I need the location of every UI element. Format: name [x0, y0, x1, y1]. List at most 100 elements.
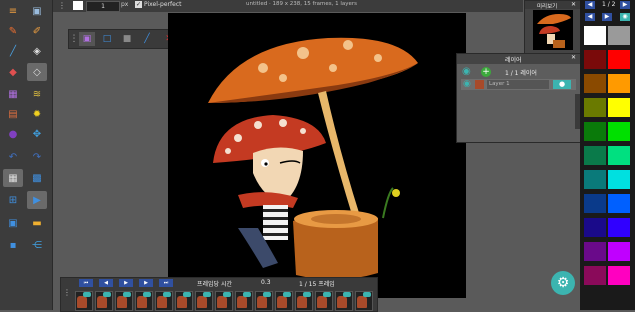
- frame-thumbnail[interactable]: [155, 291, 173, 311]
- layer-visibility-all-icon[interactable]: ◉: [462, 67, 476, 77]
- eraser-selected-icon[interactable]: ◇: [27, 63, 47, 81]
- next-frame-icon[interactable]: ▶: [139, 279, 153, 287]
- palette-swatch[interactable]: [608, 26, 630, 45]
- frame-eye-icon[interactable]: [163, 292, 171, 297]
- frame-eye-icon[interactable]: [123, 292, 131, 297]
- play-frames-icon[interactable]: ▶: [119, 279, 133, 287]
- eraser-icon[interactable]: ◈: [27, 42, 47, 60]
- palette-swatch[interactable]: [608, 170, 630, 189]
- brush-color-swatch[interactable]: [73, 1, 83, 10]
- frame-eye-icon[interactable]: [283, 292, 291, 297]
- frame-eye-icon[interactable]: [323, 292, 331, 297]
- frame-eye-icon[interactable]: [263, 292, 271, 297]
- palette-swatch[interactable]: [608, 122, 630, 141]
- palette-edit-icon[interactable]: ▶: [602, 13, 612, 21]
- frame-thumbnail[interactable]: [195, 291, 213, 311]
- folder-icon[interactable]: ▬: [27, 214, 47, 232]
- frame-thumbnail[interactable]: [115, 291, 133, 311]
- lighten-icon[interactable]: ◆: [3, 63, 23, 81]
- frame-thumbnail[interactable]: [315, 291, 333, 311]
- play-icon[interactable]: ▶: [27, 191, 47, 209]
- frame-thumbnail[interactable]: [355, 291, 373, 311]
- prev-frame-icon[interactable]: ◀: [99, 279, 113, 287]
- frame-thumbnail[interactable]: [295, 291, 313, 311]
- diagonal-icon[interactable]: ╱: [139, 32, 155, 46]
- pencil-icon[interactable]: ✎: [3, 22, 23, 40]
- frame-thumbnail[interactable]: [275, 291, 293, 311]
- frame-eye-icon[interactable]: [203, 292, 211, 297]
- frame-eye-icon[interactable]: [103, 292, 111, 297]
- circle-icon[interactable]: ●: [3, 125, 23, 143]
- palette-swatch[interactable]: [584, 218, 606, 237]
- palette-swatch[interactable]: [584, 50, 606, 69]
- frames-icon[interactable]: ⊞: [3, 191, 23, 209]
- palette-swatch[interactable]: [584, 194, 606, 213]
- palette-swatch[interactable]: [608, 242, 630, 261]
- frame-thumbnail[interactable]: [135, 291, 153, 311]
- frame-thumbnail[interactable]: [75, 291, 93, 311]
- resize-icon[interactable]: ▣: [3, 214, 23, 232]
- frame-eye-icon[interactable]: [303, 292, 311, 297]
- palette-swatch[interactable]: [584, 266, 606, 285]
- pen-icon[interactable]: ✐: [27, 22, 47, 40]
- frame-thumbnail[interactable]: [215, 291, 233, 311]
- layer-eye-icon[interactable]: ◉: [463, 79, 471, 89]
- fill-rect-icon[interactable]: ■: [119, 32, 135, 46]
- palette-swatch[interactable]: [608, 266, 630, 285]
- palette-swatch[interactable]: [608, 98, 630, 117]
- line-icon[interactable]: ╱: [3, 42, 23, 60]
- settings-gear-icon[interactable]: ⚙: [551, 271, 575, 295]
- frame-thumbnail[interactable]: [235, 291, 253, 311]
- move-icon[interactable]: ✥: [27, 125, 47, 143]
- layer-row[interactable]: ◉ Layer 1 ●: [461, 79, 576, 90]
- tiles-icon[interactable]: ▩: [27, 169, 47, 187]
- palette-swatch[interactable]: [584, 98, 606, 117]
- preview-close-icon[interactable]: ✕: [571, 1, 576, 8]
- add-layer-icon[interactable]: +: [481, 67, 491, 77]
- palette-swatch[interactable]: [584, 26, 606, 45]
- palette-swatch[interactable]: [584, 74, 606, 93]
- frame-thumbnail[interactable]: [335, 291, 353, 311]
- frame-eye-icon[interactable]: [363, 292, 371, 297]
- drawing-canvas[interactable]: [168, 13, 466, 298]
- palette-swatch[interactable]: [608, 74, 630, 93]
- grid-icon[interactable]: ▦: [3, 169, 23, 187]
- share-icon[interactable]: ⋲: [27, 236, 47, 254]
- palette-swatch[interactable]: [584, 242, 606, 261]
- dither-icon[interactable]: ▦: [3, 85, 23, 103]
- frame-eye-icon[interactable]: [183, 292, 191, 297]
- magic-icon[interactable]: ✹: [27, 105, 47, 123]
- undo-icon[interactable]: ↶: [3, 148, 23, 166]
- layer-settings-icon[interactable]: ●: [553, 80, 571, 89]
- layer-name[interactable]: Layer 1: [487, 80, 549, 89]
- menu-icon[interactable]: ≡: [3, 2, 23, 20]
- palette-swatch[interactable]: [608, 50, 630, 69]
- palette-swatch[interactable]: [608, 218, 630, 237]
- brush-size-input[interactable]: 1: [86, 1, 120, 12]
- palette-add-icon[interactable]: ◀: [585, 13, 595, 21]
- frame-thumbnail[interactable]: [255, 291, 273, 311]
- frame-eye-icon[interactable]: [143, 292, 151, 297]
- shade-icon[interactable]: ▤: [3, 105, 23, 123]
- palette-next-icon[interactable]: ▶: [620, 1, 630, 9]
- frame-thumbnail[interactable]: [175, 291, 193, 311]
- pixel-perfect-checkbox[interactable]: ✓: [135, 1, 142, 8]
- frame-time-value[interactable]: 0.3: [261, 279, 271, 286]
- redo-icon[interactable]: ↷: [27, 148, 47, 166]
- frame-eye-icon[interactable]: [243, 292, 251, 297]
- frame-eye-icon[interactable]: [223, 292, 231, 297]
- frame-thumbnail[interactable]: [95, 291, 113, 311]
- select-rect-icon[interactable]: ▣: [79, 32, 95, 46]
- palette-swatch[interactable]: [584, 170, 606, 189]
- palette-swatch[interactable]: [608, 146, 630, 165]
- rect-icon[interactable]: □: [99, 32, 115, 46]
- frame-eye-icon[interactable]: [343, 292, 351, 297]
- layers-toggle-icon[interactable]: ▣: [27, 2, 47, 20]
- palette-swatch[interactable]: [584, 146, 606, 165]
- frame-eye-icon[interactable]: [83, 292, 91, 297]
- palette-swatch[interactable]: [608, 194, 630, 213]
- save-icon[interactable]: ▪: [3, 236, 23, 254]
- palette-swatch[interactable]: [584, 122, 606, 141]
- layers-stack-icon[interactable]: ≋: [27, 85, 47, 103]
- first-frame-icon[interactable]: ⏮: [79, 279, 93, 287]
